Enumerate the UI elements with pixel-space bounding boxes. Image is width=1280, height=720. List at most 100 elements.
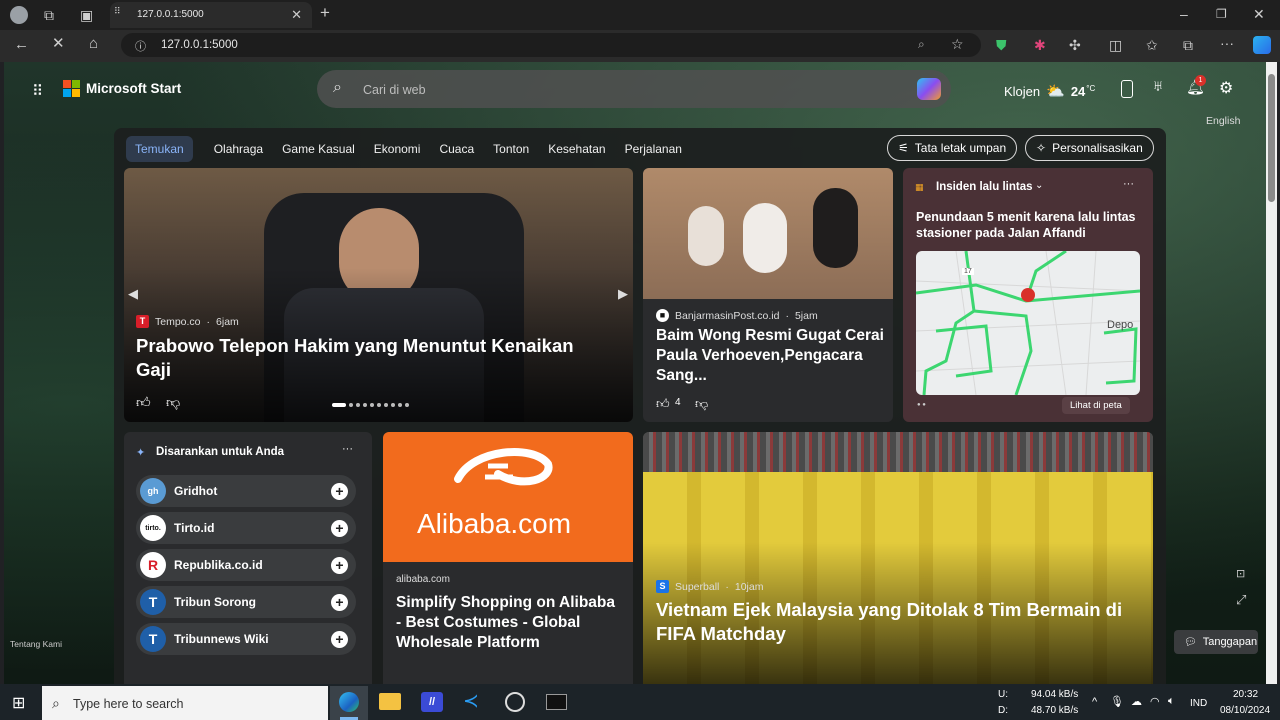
weather-widget[interactable]: Klojen ⛅ 24 °C xyxy=(1004,82,1095,100)
source-row-gridhot[interactable]: gh Gridhot + xyxy=(136,475,356,507)
hero-headline[interactable]: Prabowo Telepon Hakim yang Menuntut Kena… xyxy=(136,334,606,382)
profile-icon[interactable] xyxy=(10,6,28,24)
tab-perjalanan[interactable]: Perjalanan xyxy=(616,136,691,162)
vscode-icon[interactable]: ≺ xyxy=(463,690,479,713)
copilot-icon[interactable] xyxy=(1253,36,1271,54)
extensions-puzzle-icon[interactable]: ✣ xyxy=(1069,38,1081,52)
follow-plus-icon[interactable]: + xyxy=(331,593,348,611)
feed-layout-button[interactable]: ⚟ Tata letak umpan xyxy=(887,135,1018,161)
news-card-baim-wong[interactable]: ■ BanjarmasinPost.co.id · 5jam Baim Wong … xyxy=(643,168,893,422)
zoom-icon[interactable]: ⌕ xyxy=(918,37,925,52)
site-info-icon[interactable]: ⓘ xyxy=(135,38,146,54)
carousel-dots[interactable] xyxy=(332,403,428,407)
favorites-icon[interactable]: ✩ xyxy=(1146,38,1158,52)
mobile-app-icon[interactable] xyxy=(1121,80,1133,98)
view-map-link[interactable]: Lihat di peta xyxy=(1062,397,1130,414)
home-icon[interactable]: ⌂ xyxy=(89,36,98,51)
pagination-dots[interactable]: ● ● xyxy=(917,402,926,408)
volume-icon[interactable]: 🔈︎ xyxy=(1168,695,1175,708)
follow-plus-icon[interactable]: + xyxy=(331,519,348,537)
news-card-vietnam-malaysia[interactable]: S Superball · 10jam Vietnam Ejek Malaysia… xyxy=(643,432,1153,684)
feedback-label: Tanggapan xyxy=(1202,636,1258,648)
language-link[interactable]: English xyxy=(1206,115,1240,127)
expand-icon[interactable]: ⤢ xyxy=(1236,592,1246,608)
shield-extension-icon[interactable]: ⛊ xyxy=(996,38,1007,52)
carousel-prev-icon[interactable]: ◀ xyxy=(128,286,138,302)
traffic-widget[interactable]: ▦ Insiden lalu lintas ⌄ ··· Penundaan 5 … xyxy=(903,168,1153,422)
web-search-box[interactable]: ⌕ Cari di web xyxy=(317,70,951,108)
stop-loading-icon[interactable]: ✕ xyxy=(52,36,65,51)
extension-icon[interactable]: ✱ xyxy=(1034,38,1046,52)
dislike-icon[interactable]: 👎︎ xyxy=(695,396,708,412)
ad-headline[interactable]: Simplify Shopping on Alibaba - Best Cost… xyxy=(396,593,624,652)
wifi-icon[interactable]: ◠ xyxy=(1150,695,1160,708)
hero-card[interactable]: ◀ ▶ T Tempo.co · 6jam Prabowo Telepon Hak… xyxy=(124,168,633,422)
tab-actions-icon[interactable]: ▣ xyxy=(80,8,93,22)
source-row-tirto[interactable]: tirto. Tirto.id + xyxy=(136,512,356,544)
tab-tonton[interactable]: Tonton xyxy=(484,136,538,162)
source-row-republika[interactable]: R Republika.co.id + xyxy=(136,549,356,581)
scrollbar-thumb[interactable] xyxy=(1268,74,1275,202)
tab-ekonomi[interactable]: Ekonomi xyxy=(365,136,430,162)
ad-card-alibaba[interactable]: Alibaba.com alibaba.com Simplify Shoppin… xyxy=(383,432,633,684)
dislike-icon[interactable]: 👎︎ xyxy=(166,394,180,411)
tab-kesehatan[interactable]: Kesehatan xyxy=(539,136,614,162)
chevron-down-icon[interactable]: ⌄ xyxy=(1035,180,1043,191)
page-scrollbar[interactable] xyxy=(1266,62,1277,684)
tab-cuaca[interactable]: Cuaca xyxy=(430,136,483,162)
microphone-icon[interactable]: 🎙︎ xyxy=(1110,695,1124,708)
like-icon[interactable]: 👍︎ xyxy=(136,394,151,411)
app-launcher-icon[interactable]: ⠿ xyxy=(32,82,43,100)
image-info-icon[interactable]: ⊡ xyxy=(1236,567,1245,580)
carousel-next-icon[interactable]: ▶ xyxy=(618,286,628,302)
terminal-icon[interactable] xyxy=(546,694,567,710)
tab-olahraga[interactable]: Olahraga xyxy=(205,136,272,162)
source-row-tribun-sorong[interactable]: T Tribun Sorong + xyxy=(136,586,356,618)
workspaces-icon[interactable]: ⧉ xyxy=(44,8,54,22)
copilot-search-icon[interactable] xyxy=(917,78,941,100)
card2-headline[interactable]: Baim Wong Resmi Gugat Cerai Paula Verhoe… xyxy=(656,326,884,386)
taskbar-edge-button[interactable] xyxy=(330,686,368,720)
windows-start-icon[interactable]: ⊞ xyxy=(12,693,25,713)
show-hidden-icons-icon[interactable]: ^ xyxy=(1092,696,1097,708)
favorite-star-icon[interactable]: ☆ xyxy=(951,36,964,53)
rewards-icon[interactable]: ♅ xyxy=(1152,78,1164,96)
maximize-icon[interactable]: ❐ xyxy=(1216,7,1227,21)
traffic-map[interactable]: 17 Depo xyxy=(916,251,1140,395)
sports-headline[interactable]: Vietnam Ejek Malaysia yang Ditolak 8 Tim… xyxy=(656,598,1146,646)
like-icon[interactable]: 👍︎ xyxy=(656,396,670,412)
active-tab[interactable]: ⠿ 127.0.0.1:5000 ✕ xyxy=(110,2,312,28)
follow-plus-icon[interactable]: + xyxy=(331,482,348,500)
more-options-icon[interactable]: ··· xyxy=(1123,178,1134,190)
settings-gear-icon[interactable]: ⚙ xyxy=(1219,78,1233,98)
brand-logo[interactable]: Microsoft Start xyxy=(63,80,181,97)
more-options-icon[interactable]: ··· xyxy=(342,443,353,455)
obs-icon[interactable] xyxy=(505,692,525,712)
more-menu-icon[interactable]: ··· xyxy=(1220,36,1234,50)
app-icon[interactable]: // xyxy=(421,692,443,712)
close-window-icon[interactable]: ✕ xyxy=(1253,7,1265,21)
new-tab-icon[interactable]: + xyxy=(320,4,330,21)
clock-time[interactable]: 20:32 xyxy=(1233,689,1258,700)
taskbar-search-box[interactable]: ⌕ Type here to search xyxy=(42,686,328,720)
back-icon[interactable]: ← xyxy=(14,37,29,52)
personalize-button[interactable]: ✧ Personalisasikan xyxy=(1025,135,1154,161)
traffic-title[interactable]: Insiden lalu lintas xyxy=(936,181,1033,193)
follow-plus-icon[interactable]: + xyxy=(331,556,348,574)
close-tab-icon[interactable]: ✕ xyxy=(291,7,302,23)
address-bar[interactable]: ⓘ 127.0.0.1:5000 ⌕ ☆ xyxy=(121,33,981,57)
source-row-tribunnews-wiki[interactable]: T Tribunnews Wiki + xyxy=(136,623,356,655)
feedback-button[interactable]: 💬︎ Tanggapan xyxy=(1174,630,1258,654)
minimize-icon[interactable]: – xyxy=(1180,7,1188,21)
tab-game-kasual[interactable]: Game Kasual xyxy=(273,136,364,162)
cloud-icon[interactable]: ☁ xyxy=(1131,695,1142,708)
tab-temukan[interactable]: Temukan xyxy=(126,136,193,162)
about-link[interactable]: Tentang Kami xyxy=(10,639,62,649)
traffic-headline[interactable]: Penundaan 5 menit karena lalu lintas sta… xyxy=(916,209,1144,242)
input-language[interactable]: IND xyxy=(1190,698,1207,709)
follow-plus-icon[interactable]: + xyxy=(331,630,348,648)
file-explorer-icon[interactable] xyxy=(379,693,401,710)
clock-date[interactable]: 08/10/2024 xyxy=(1220,705,1270,716)
collections-icon[interactable]: ⧉ xyxy=(1183,38,1193,52)
split-screen-icon[interactable]: ◫ xyxy=(1109,38,1122,52)
